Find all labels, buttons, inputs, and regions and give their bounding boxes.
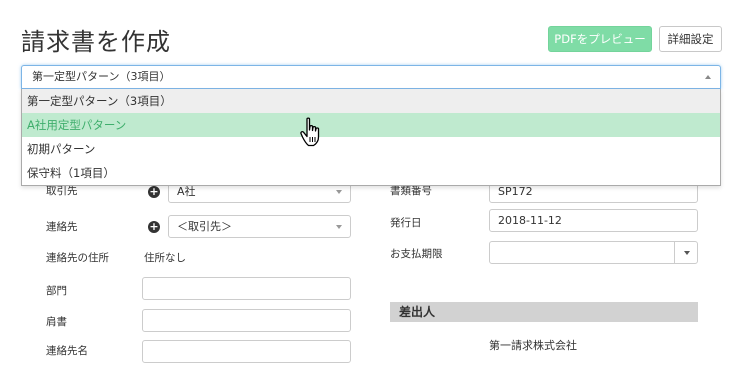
template-select[interactable]: 第一定型パターン（3項目） [21, 65, 721, 89]
template-select-value: 第一定型パターン（3項目） [32, 70, 171, 83]
issue-date-label: 発行日 [390, 217, 422, 229]
title-input[interactable] [142, 309, 351, 332]
issue-date-input[interactable]: 2018-11-12 [489, 209, 698, 232]
add-client-icon[interactable]: + [148, 186, 160, 198]
hand-cursor-icon [300, 117, 320, 147]
sender-section-header: 差出人 [390, 302, 698, 322]
sender-company: 第一請求株式会社 [489, 339, 577, 352]
template-option[interactable]: 第一定型パターン（3項目） [22, 89, 720, 113]
contact-select-value: ＜取引先＞ [177, 220, 232, 233]
template-dropdown: 第一定型パターン（3項目） A社用定型パターン 初期パターン 保守料（1項目） [21, 89, 721, 186]
contact-name-label: 連絡先名 [46, 345, 88, 357]
department-label: 部門 [46, 285, 67, 297]
department-input[interactable] [142, 277, 351, 300]
client-select-value: A社 [177, 185, 196, 198]
pdf-preview-button[interactable]: PDFをプレビュー [548, 26, 652, 52]
template-option[interactable]: 保守料（1項目） [22, 161, 720, 185]
contact-address-label: 連絡先の住所 [46, 252, 109, 264]
chevron-down-icon [684, 251, 690, 255]
detail-settings-button[interactable]: 詳細設定 [659, 26, 722, 52]
contact-select[interactable]: ＜取引先＞ [168, 215, 351, 238]
add-contact-icon[interactable]: + [148, 221, 160, 233]
template-option[interactable]: 初期パターン [22, 137, 720, 161]
due-date-label: お支払期限 [390, 248, 443, 260]
contact-address-value: 住所なし [144, 252, 186, 264]
page-title: 請求書を作成 [21, 28, 171, 56]
due-date-picker-button[interactable] [674, 241, 698, 264]
chevron-up-icon [705, 75, 711, 79]
chevron-down-icon [336, 225, 342, 229]
due-date-input[interactable] [489, 241, 675, 264]
contact-name-input[interactable] [142, 340, 351, 363]
template-option[interactable]: A社用定型パターン [22, 113, 720, 137]
contact-label: 連絡先 [46, 221, 78, 233]
title-label: 肩書 [46, 316, 67, 328]
chevron-down-icon [336, 190, 342, 194]
